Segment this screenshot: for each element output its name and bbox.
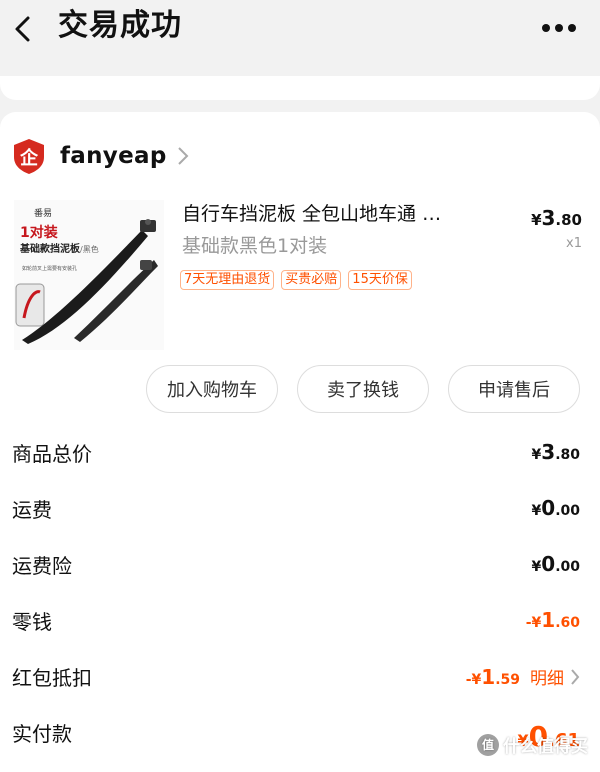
watermark-text: 什么值得买 xyxy=(503,737,588,757)
image-subtitle: 基础款挡泥板/黑色 xyxy=(20,240,99,255)
previous-card xyxy=(0,76,600,100)
more-button[interactable] xyxy=(538,15,580,41)
product-tags: 7天无理由退货 买贵必赔 15天价保 xyxy=(180,270,412,290)
value-dec: .80 xyxy=(555,447,580,463)
order-card: 企 fanyeap 番易 1对装 基础款挡泥板/黑色 如轮前叉上需要有安装孔 自… xyxy=(0,112,600,772)
summary-label: 商品总价 xyxy=(12,442,92,466)
summary-value: ¥0.00 xyxy=(532,552,580,576)
product-spec: 基础款黑色1对装 xyxy=(182,235,328,257)
value-dec: .59 xyxy=(495,672,520,688)
summary-label: 红包抵扣 xyxy=(12,666,92,690)
summary-row-shipping-insurance: 运费险 ¥0.00 xyxy=(0,544,600,600)
tag-price-protect[interactable]: 15天价保 xyxy=(348,270,412,290)
summary-value: ¥3.80 xyxy=(532,440,580,464)
summary-row-subtotal: 商品总价 ¥3.80 xyxy=(0,432,600,488)
price-int: 3 xyxy=(541,206,556,230)
shop-row[interactable]: 企 fanyeap xyxy=(10,136,189,176)
resell-button[interactable]: 卖了换钱 xyxy=(297,365,429,413)
detail-link-label: 明细 xyxy=(530,669,564,689)
summary-label: 运费险 xyxy=(12,554,72,578)
product-image[interactable]: 番易 1对装 基础款挡泥板/黑色 如轮前叉上需要有安装孔 xyxy=(14,200,164,350)
value-int: 3 xyxy=(541,440,556,464)
summary-row-red-packet[interactable]: 红包抵扣 - ¥1.59 明细 xyxy=(0,656,600,712)
image-brand-text: 番易 xyxy=(34,209,53,219)
summary-label: 零钱 xyxy=(12,610,52,634)
product-quantity: x1 xyxy=(566,236,582,251)
value-symbol: ¥ xyxy=(531,615,542,631)
value-int: 1 xyxy=(481,665,496,689)
value-dec: .60 xyxy=(555,615,580,631)
tag-return[interactable]: 7天无理由退货 xyxy=(180,270,275,290)
image-subtitle-main: 基础款挡泥板 xyxy=(20,244,80,255)
chevron-left-icon xyxy=(15,16,30,42)
back-button[interactable] xyxy=(8,12,42,46)
value-symbol: ¥ xyxy=(531,447,542,463)
add-to-cart-button[interactable]: 加入购物车 xyxy=(146,365,278,413)
summary-row-change: 零钱 - ¥1.60 xyxy=(0,600,600,656)
more-dots-icon xyxy=(542,24,576,32)
value-symbol: ¥ xyxy=(531,559,542,575)
value-int: 0 xyxy=(541,496,556,520)
value-dec: .00 xyxy=(555,503,580,519)
price-dec: .80 xyxy=(555,211,582,229)
svg-text:企: 企 xyxy=(19,147,39,169)
product-price: ¥3.80 xyxy=(531,206,582,230)
value-int: 1 xyxy=(541,608,556,632)
value-symbol: ¥ xyxy=(531,503,542,519)
watermark: 值 什么值得买 xyxy=(477,732,588,757)
value-int: 0 xyxy=(541,552,556,576)
tag-price-match[interactable]: 买贵必赔 xyxy=(281,270,342,290)
summary-label: 运费 xyxy=(12,498,52,522)
summary-row-shipping: 运费 ¥0.00 xyxy=(0,488,600,544)
chevron-right-icon xyxy=(571,668,580,685)
summary-label: 实付款 xyxy=(12,722,72,746)
header: 交易成功 xyxy=(0,0,600,76)
shield-logo-icon: 企 xyxy=(14,139,44,174)
summary-value: - ¥1.60 xyxy=(526,608,580,632)
page-title: 交易成功 xyxy=(58,8,182,43)
image-tag-text: 1对装 xyxy=(20,225,58,241)
price-summary: 商品总价 ¥3.80 运费 ¥0.00 运费险 ¥0.00 零钱 - ¥1.60 … xyxy=(0,432,600,768)
summary-value: - ¥1.59 明细 xyxy=(466,664,580,689)
chevron-right-icon xyxy=(177,147,188,165)
summary-value: ¥0.00 xyxy=(532,496,580,520)
image-subtitle-small: /黑色 xyxy=(80,245,99,254)
value-symbol: ¥ xyxy=(471,672,482,688)
image-note: 如轮前叉上需要有安装孔 xyxy=(22,266,78,272)
product-title[interactable]: 自行车挡泥板 全包山地车通 … xyxy=(182,200,441,228)
action-buttons: 加入购物车 卖了换钱 申请售后 xyxy=(146,365,580,413)
watermark-icon: 值 xyxy=(477,733,499,756)
after-sales-button[interactable]: 申请售后 xyxy=(448,365,580,413)
detail-link[interactable]: 明细 xyxy=(530,664,580,689)
price-symbol: ¥ xyxy=(531,211,542,229)
value-dec: .00 xyxy=(555,559,580,575)
shop-name[interactable]: fanyeap xyxy=(60,143,167,169)
